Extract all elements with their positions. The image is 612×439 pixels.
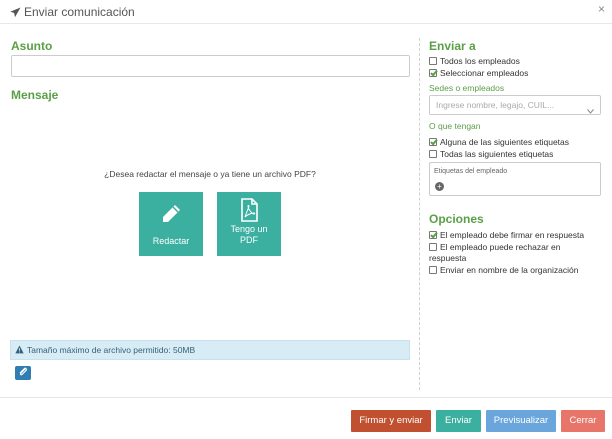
all-tags-option[interactable]: Todas las siguientes etiquetas <box>429 149 553 159</box>
have-pdf-button[interactable]: Tengo un PDF <box>217 192 281 256</box>
message-label: Mensaje <box>11 88 59 102</box>
message-panel: Asunto Mensaje ¿Desea redactar el mensaj… <box>0 24 420 396</box>
paperclip-icon <box>18 364 28 382</box>
must-sign-option[interactable]: El empleado debe firmar en respuesta <box>429 230 584 240</box>
max-size-notice: Tamaño máximo de archivo permitido: 50MB <box>10 340 410 360</box>
can-reject-option[interactable]: El empleado puede rechazar en <box>429 242 561 252</box>
all-employees-option[interactable]: Todos los empleados <box>429 56 520 66</box>
select-employees-checkbox[interactable] <box>429 69 437 77</box>
send-as-org-label: Enviar en nombre de la organización <box>440 265 579 275</box>
dialog-title-text: Enviar comunicación <box>24 5 135 19</box>
send-to-heading: Enviar a <box>429 39 476 53</box>
all-employees-label: Todos los empleados <box>440 56 520 66</box>
must-sign-checkbox[interactable] <box>429 231 437 239</box>
chevron-down-icon <box>587 102 594 120</box>
compose-prompt: ¿Desea redactar el mensaje o ya tiene un… <box>104 169 316 179</box>
select-employees-option[interactable]: Seleccionar empleados <box>429 68 528 78</box>
select-employees-label: Seleccionar empleados <box>440 68 529 78</box>
all-tags-label: Todas las siguientes etiquetas <box>440 149 554 159</box>
any-tags-option[interactable]: Alguna de las siguientes etiquetas <box>429 137 569 147</box>
employee-tags-input[interactable]: Etiquetas del empleado + <box>429 162 601 196</box>
plus-icon[interactable]: + <box>435 182 444 191</box>
dialog-header: Enviar comunicación × <box>0 0 612 24</box>
send-as-org-checkbox[interactable] <box>429 266 437 274</box>
column-divider <box>419 38 420 390</box>
have-pdf-label-line2: PDF <box>240 235 258 245</box>
paper-plane-icon <box>10 6 21 18</box>
can-reject-checkbox[interactable] <box>429 243 437 251</box>
have-pdf-label-line1: Tengo un <box>230 224 268 234</box>
must-sign-label: El empleado debe firmar en respuesta <box>440 230 585 240</box>
can-reject-label-line1: El empleado puede rechazar en <box>440 242 561 252</box>
any-tags-checkbox[interactable] <box>429 138 437 146</box>
filter-label: O que tengan <box>429 121 481 131</box>
send-button[interactable]: Enviar <box>436 410 481 432</box>
any-tags-label: Alguna de las siguientes etiquetas <box>440 137 570 147</box>
send-as-org-option[interactable]: Enviar en nombre de la organización <box>429 265 578 275</box>
subject-label: Asunto <box>11 39 53 53</box>
options-heading: Opciones <box>429 212 484 226</box>
sites-label: Sedes o empleados <box>429 83 505 93</box>
pdf-file-icon <box>217 197 281 223</box>
sites-employees-select[interactable]: Ingrese nombre, legajo, CUIL... <box>429 95 601 115</box>
dialog-footer: Firmar y enviar Enviar Previsualizar Cer… <box>0 397 612 439</box>
attach-file-button[interactable] <box>15 366 31 380</box>
max-size-text: Tamaño máximo de archivo permitido: 50MB <box>27 345 196 355</box>
close-button[interactable]: Cerrar <box>561 410 605 432</box>
dialog-title: Enviar comunicación <box>10 5 135 19</box>
all-employees-checkbox[interactable] <box>429 57 437 65</box>
compose-label: Redactar <box>152 236 190 246</box>
compose-button[interactable]: Redactar <box>139 192 203 256</box>
send-options-panel: Enviar a Todos los empleados Seleccionar… <box>428 24 612 396</box>
can-reject-label-line2: respuesta <box>429 253 467 263</box>
warning-icon <box>15 344 24 356</box>
employee-tags-placeholder: Etiquetas del empleado <box>434 168 508 175</box>
all-tags-checkbox[interactable] <box>429 150 437 158</box>
preview-button[interactable]: Previsualizar <box>486 410 556 432</box>
sites-placeholder: Ingrese nombre, legajo, CUIL... <box>436 100 555 110</box>
pencil-icon <box>139 201 203 227</box>
subject-input[interactable] <box>11 55 410 77</box>
sign-and-send-button[interactable]: Firmar y enviar <box>351 410 431 432</box>
close-icon[interactable]: × <box>598 2 605 16</box>
